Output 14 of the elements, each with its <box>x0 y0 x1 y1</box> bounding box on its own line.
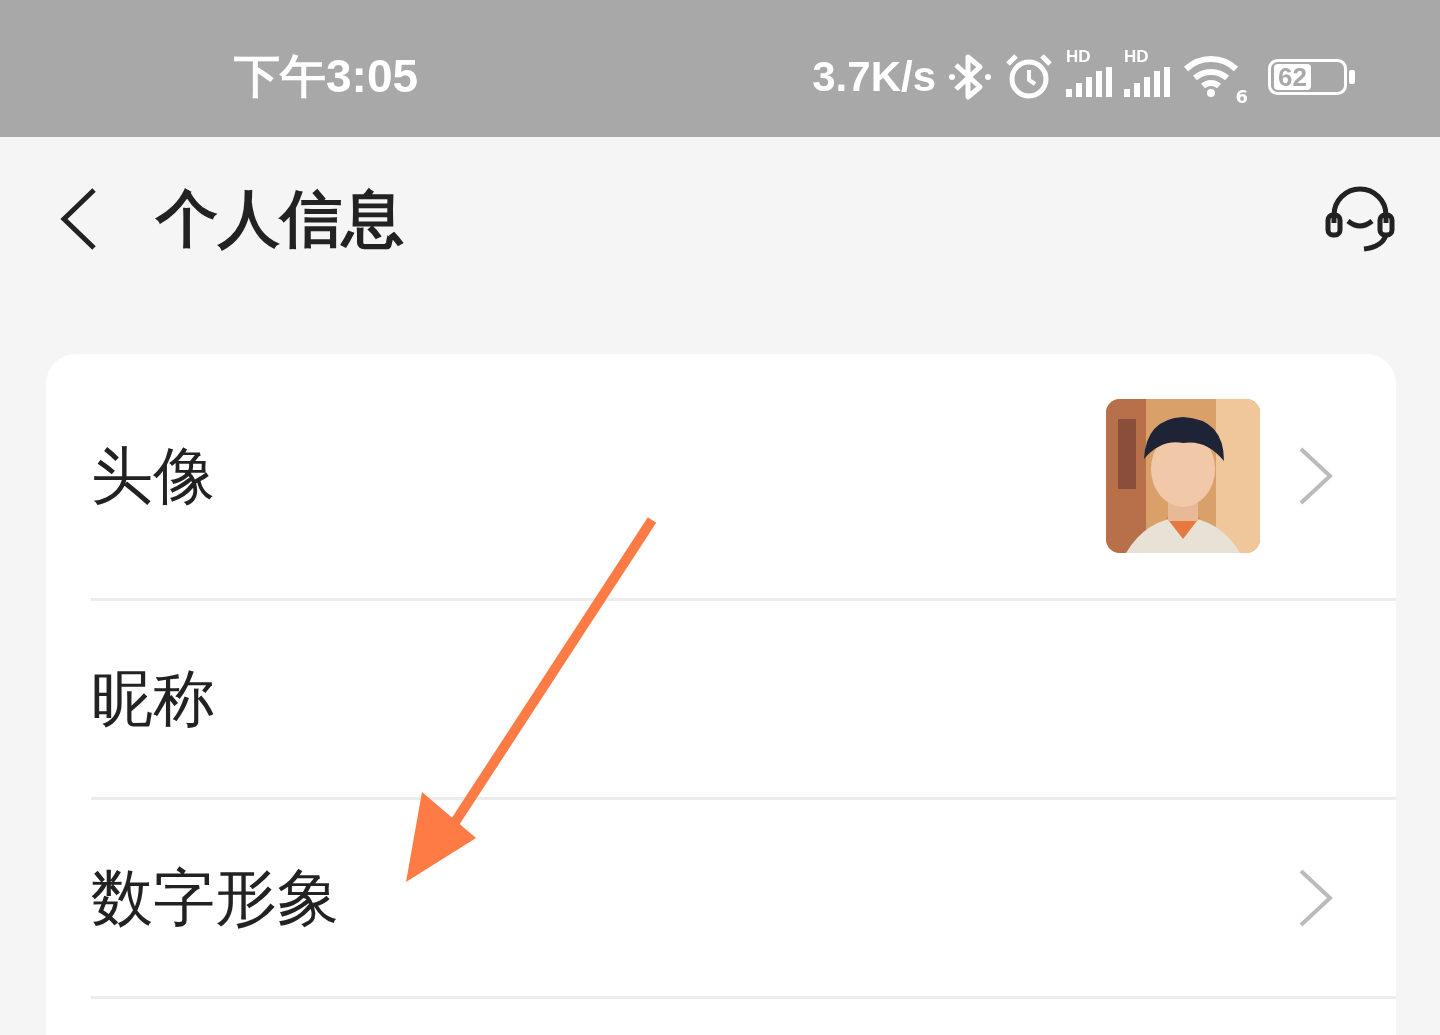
battery-percentage: 62 <box>1274 63 1311 90</box>
page-title: 个人信息 <box>156 180 405 257</box>
back-icon[interactable] <box>58 186 98 251</box>
row-label[interactable]: 数字形象 <box>91 856 1298 940</box>
wifi-label: 6 <box>1235 85 1248 107</box>
signal-icon <box>1124 66 1170 97</box>
hd-label: HD <box>1066 46 1091 67</box>
hd-label: HD <box>1124 46 1149 67</box>
row-label[interactable]: 昵称 <box>91 657 1334 741</box>
signal-icon <box>1066 66 1112 97</box>
row-label[interactable]: 头像 <box>91 434 1106 518</box>
network-speed: 3.7K/s <box>812 52 936 101</box>
battery-icon <box>1268 58 1356 95</box>
clock-time: 下午3:05 <box>234 48 419 104</box>
